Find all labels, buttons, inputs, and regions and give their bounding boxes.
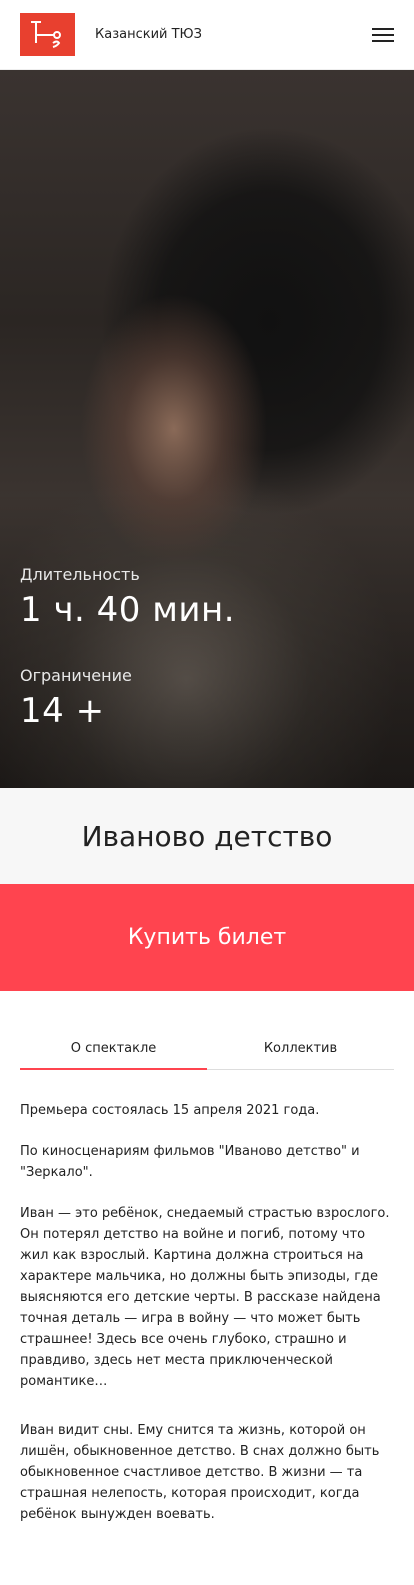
description-paragraph: Иван — это ребёнок, снедаемый страстью в… (20, 1206, 390, 1389)
hero-info: Длительность 1 ч. 40 мин. Ограничение 14… (20, 565, 235, 731)
description-paragraph: Иван видит сны. Ему снится та жизнь, кот… (20, 1423, 380, 1522)
hero-image: Длительность 1 ч. 40 мин. Ограничение 14… (0, 70, 414, 788)
show-title: Иваново детство (81, 819, 333, 853)
site-title[interactable]: Казанский ТЮЗ (95, 27, 202, 42)
description-paragraph: По киносценариям фильмов "Иваново детств… (20, 1144, 360, 1180)
description: Премьера состоялась 15 апреля 2021 года.… (0, 1070, 414, 1585)
menu-icon[interactable] (372, 28, 394, 44)
logo[interactable] (20, 13, 75, 56)
tab-about[interactable]: О спектакле (20, 1031, 207, 1070)
duration-value: 1 ч. 40 мин. (20, 590, 235, 630)
tabs: О спектакле Коллектив (20, 1031, 394, 1070)
buy-ticket-button[interactable]: Купить билет (0, 884, 414, 991)
show-title-bar: Иваново детство (0, 788, 414, 884)
age-value: 14 + (20, 691, 105, 731)
site-header: Казанский ТЮЗ (0, 0, 414, 70)
duration-block: Длительность 1 ч. 40 мин. (20, 565, 235, 630)
duration-label: Длительность (20, 565, 140, 584)
tuz-logo-icon (31, 21, 61, 48)
age-block: Ограничение 14 + (20, 666, 235, 731)
description-paragraph: Премьера состоялась 15 апреля 2021 года. (20, 1103, 320, 1118)
tab-team[interactable]: Коллектив (207, 1031, 394, 1069)
age-label: Ограничение (20, 666, 132, 685)
